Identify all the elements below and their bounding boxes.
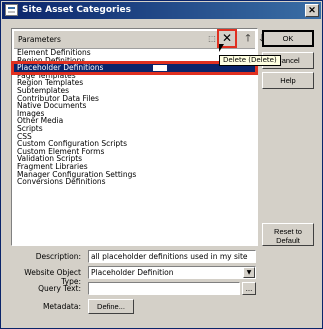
reset-label-line1: Reset to xyxy=(274,226,302,236)
query-browse-button[interactable]: ... xyxy=(242,282,256,295)
define-metadata-button[interactable]: Define... xyxy=(88,299,134,314)
object-type-select[interactable]: Placeholder Definition ▼ xyxy=(88,266,256,279)
list-item-label: Placeholder Definitions xyxy=(17,63,104,73)
ok-button[interactable]: OK xyxy=(262,30,314,47)
delete-tooltip: Delete (Delete) xyxy=(219,55,281,66)
reset-to-default-button[interactable]: Reset to Default xyxy=(262,223,314,246)
selection-marker xyxy=(153,65,168,72)
list-header-label: Parameters xyxy=(18,35,61,44)
title-bar[interactable]: Site Asset Categories ✕ xyxy=(2,2,321,19)
help-button[interactable]: Help xyxy=(262,72,314,89)
description-field[interactable]: all placeholder definitions used in my s… xyxy=(88,250,256,263)
list-item[interactable]: Scripts xyxy=(14,125,255,133)
list-items: Element Definitions Region Definitions Pla… xyxy=(11,49,258,186)
metadata-label: Metadata: xyxy=(42,302,81,311)
list-item[interactable]: Native Documents xyxy=(14,102,255,110)
mouse-cursor-icon xyxy=(219,44,224,52)
site-asset-categories-dialog: Site Asset Categories ✕ Parameters ⬚ ✕ 🡑… xyxy=(0,0,323,329)
list-item[interactable]: Other Media xyxy=(14,117,255,125)
query-text-input[interactable] xyxy=(88,282,240,295)
app-icon xyxy=(5,4,18,16)
query-text-label: Query Text: xyxy=(38,284,81,293)
dialog-title: Site Asset Categories xyxy=(22,5,132,15)
reset-label-line2: Default xyxy=(276,235,300,245)
list-item[interactable]: Conversions Definitions xyxy=(14,178,255,186)
description-label: Description: xyxy=(35,252,81,261)
chevron-down-icon[interactable]: ▼ xyxy=(243,267,255,278)
close-icon[interactable]: ✕ xyxy=(305,4,319,17)
object-type-value: Placeholder Definition xyxy=(91,268,174,277)
list-item-label: Conversions Definitions xyxy=(17,177,106,187)
